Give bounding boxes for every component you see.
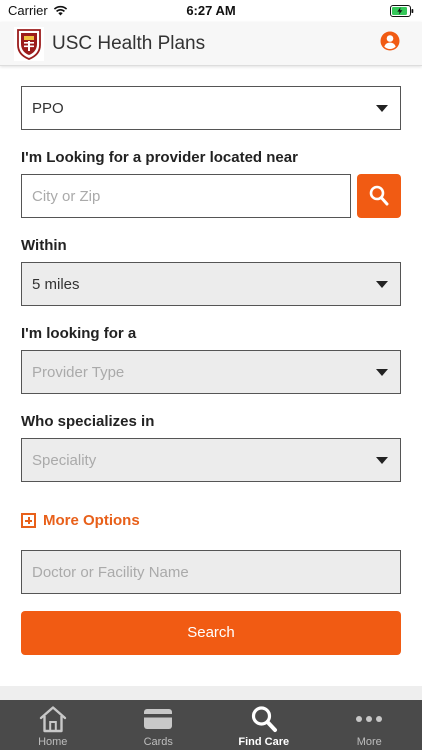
status-bar: Carrier 6:27 AM bbox=[0, 0, 422, 22]
specialty-select[interactable]: Speciality bbox=[21, 438, 401, 482]
specialty-label: Who specializes in bbox=[21, 413, 155, 430]
tab-find-care[interactable]: Find Care bbox=[211, 700, 317, 750]
specialty-placeholder: Speciality bbox=[32, 452, 97, 469]
tab-more-label: More bbox=[356, 736, 382, 748]
distance-select-value: 5 miles bbox=[32, 276, 80, 293]
location-label: I'm Looking for a provider located near bbox=[21, 149, 298, 166]
location-search-button[interactable] bbox=[357, 174, 401, 218]
provider-type-label: I'm looking for a bbox=[21, 325, 137, 342]
usc-crest-icon bbox=[14, 27, 44, 61]
plan-select-value: PPO bbox=[32, 100, 64, 117]
card-icon bbox=[144, 709, 173, 729]
doctor-facility-name-field[interactable]: Doctor or Facility Name bbox=[21, 550, 401, 594]
search-icon bbox=[369, 185, 389, 206]
tab-home-label: Home bbox=[38, 736, 68, 748]
within-label: Within bbox=[21, 237, 67, 254]
plus-square-icon bbox=[21, 513, 36, 528]
content-bottom-divider bbox=[0, 686, 422, 700]
home-icon bbox=[39, 706, 66, 733]
distance-select[interactable]: 5 miles bbox=[21, 262, 401, 306]
tab-cards[interactable]: Cards bbox=[106, 700, 212, 750]
plan-select[interactable]: PPO bbox=[21, 86, 401, 130]
chevron-down-icon bbox=[376, 457, 388, 464]
status-time: 6:27 AM bbox=[186, 3, 236, 18]
provider-type-placeholder: Provider Type bbox=[32, 364, 125, 381]
chevron-down-icon bbox=[376, 281, 388, 288]
magnifier-icon bbox=[251, 706, 277, 732]
city-or-zip-input[interactable] bbox=[21, 174, 351, 218]
battery-charging-icon bbox=[390, 5, 414, 17]
doctor-facility-name-placeholder: Doctor or Facility Name bbox=[32, 564, 189, 581]
app-header: USC Health Plans bbox=[0, 22, 422, 66]
app-title: USC Health Plans bbox=[52, 33, 206, 54]
more-options-toggle[interactable]: More Options bbox=[21, 512, 140, 529]
tab-find-care-label: Find Care bbox=[238, 736, 290, 748]
chevron-down-icon bbox=[376, 369, 388, 376]
provider-type-select[interactable]: Provider Type bbox=[21, 350, 401, 394]
user-account-icon[interactable] bbox=[380, 31, 400, 51]
tab-bar: Home Cards Find Care More bbox=[0, 700, 422, 750]
tab-cards-label: Cards bbox=[143, 736, 173, 748]
more-dots-icon bbox=[356, 716, 383, 722]
tab-home[interactable]: Home bbox=[0, 700, 106, 750]
tab-more[interactable]: More bbox=[317, 700, 422, 750]
search-button[interactable]: Search bbox=[21, 611, 401, 655]
chevron-down-icon bbox=[376, 105, 388, 112]
more-options-label: More Options bbox=[43, 512, 140, 529]
